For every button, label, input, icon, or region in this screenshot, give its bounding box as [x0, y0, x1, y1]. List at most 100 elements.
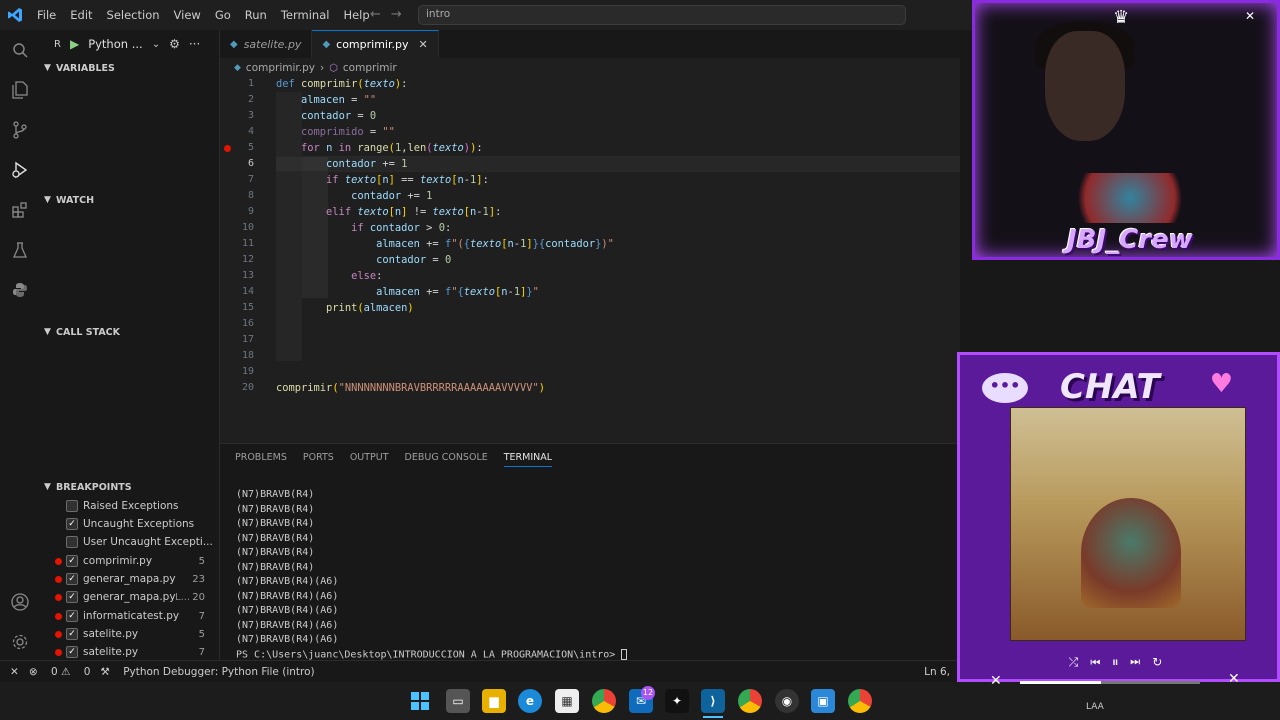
clock-text: LAA: [1086, 702, 1104, 712]
debugger-status[interactable]: ⚒ Python Debugger: Python File (intro): [100, 666, 314, 678]
open-launch-json-gear-icon[interactable]: ⚙: [169, 37, 180, 51]
extensions-icon[interactable]: [8, 198, 32, 222]
run-debug-icon[interactable]: [8, 158, 32, 182]
breakpoint-item[interactable]: Raised Exceptions: [40, 497, 220, 515]
album-art-image: [1010, 407, 1246, 641]
breakpoint-item[interactable]: ✓ comprimir.py 5: [40, 552, 220, 570]
watch-section-header[interactable]: ▼ WATCH: [40, 190, 220, 210]
vscode-taskbar-icon[interactable]: ⟩: [701, 689, 725, 713]
remote-icon[interactable]: ✕: [10, 666, 19, 678]
shuffle-icon[interactable]: ⤮: [1069, 655, 1091, 669]
obs-icon[interactable]: ◉: [775, 689, 799, 713]
cursor-position[interactable]: Ln 6,: [924, 666, 950, 678]
camera-app-icon[interactable]: ▣: [811, 689, 835, 713]
task-view-icon[interactable]: ▭: [446, 689, 470, 713]
terminal-line: (N7)BRAVB(R4)(A6): [236, 591, 339, 602]
breakpoint-item[interactable]: ✓ generar_mapa.py L... 20: [40, 588, 220, 606]
call-stack-section-header[interactable]: ▼ CALL STACK: [40, 322, 220, 342]
command-center-search[interactable]: intro: [418, 5, 906, 25]
tab-problems[interactable]: PROBLEMS: [235, 452, 287, 467]
tab-ports[interactable]: PORTS: [303, 452, 334, 467]
tab-comprimir[interactable]: ◆ comprimir.py ✕: [312, 30, 439, 58]
variables-title: VARIABLES: [56, 62, 115, 74]
chrome-icon-2[interactable]: [848, 689, 872, 713]
breakpoint-item[interactable]: ✓ Uncaught Exceptions: [40, 515, 220, 533]
explorer-files-icon[interactable]: [8, 78, 32, 102]
code-line: 13 else:: [220, 268, 960, 284]
start-debugging-play-icon[interactable]: ▶: [70, 37, 79, 51]
checkbox-checked[interactable]: ✓: [66, 610, 78, 622]
chrome-icon[interactable]: [592, 689, 616, 713]
media-progress-bar[interactable]: [1020, 681, 1200, 684]
line-number: 6: [247, 158, 254, 169]
menu-terminal[interactable]: Terminal: [274, 8, 337, 22]
close-icon[interactable]: ✕: [418, 38, 427, 51]
breadcrumb-file[interactable]: comprimir.py: [246, 62, 315, 74]
checkbox-checked[interactable]: ✓: [66, 573, 78, 585]
previous-track-icon[interactable]: ⏮: [1090, 655, 1112, 669]
menu-file[interactable]: File: [30, 8, 63, 22]
checkbox[interactable]: [66, 500, 78, 512]
forward-arrow-icon[interactable]: →: [391, 7, 412, 22]
store-icon[interactable]: ▦: [555, 689, 579, 713]
menu-edit[interactable]: Edit: [63, 8, 99, 22]
tab-terminal[interactable]: TERMINAL: [503, 452, 553, 467]
checkbox-checked[interactable]: ✓: [66, 591, 78, 603]
variables-section-header[interactable]: ▼ VARIABLES: [40, 58, 220, 78]
search-icon[interactable]: [8, 38, 32, 62]
launch-config-select[interactable]: Python ...: [88, 37, 143, 51]
breakpoint-item[interactable]: ✓ generar_mapa.py 23: [40, 570, 220, 588]
line-number: 7: [247, 174, 254, 185]
windows-start-icon[interactable]: [408, 689, 432, 713]
code-line: 1 def comprimir(texto):: [220, 76, 960, 92]
menu-view[interactable]: View: [167, 8, 208, 22]
python-icon[interactable]: [8, 278, 32, 302]
account-icon[interactable]: [8, 590, 32, 614]
file-explorer-icon[interactable]: ▆: [482, 689, 506, 713]
checkbox[interactable]: [66, 536, 78, 548]
tidal-icon[interactable]: ✦: [665, 689, 689, 713]
chat-title: CHAT: [1060, 367, 1160, 407]
repeat-icon[interactable]: ↻: [1152, 655, 1174, 669]
chevron-down-icon[interactable]: ⌄: [152, 39, 160, 50]
back-arrow-icon[interactable]: ←: [370, 7, 391, 22]
settings-gear-icon[interactable]: [8, 630, 32, 654]
terminal-prompt[interactable]: PS C:\Users\juanc\Desktop\INTRODUCCION A…: [236, 649, 628, 661]
breakpoint-item[interactable]: ✓ satelite.py 7: [40, 643, 220, 661]
breakpoint-dot-icon: [55, 648, 62, 656]
chevron-down-icon: ▼: [44, 195, 51, 205]
checkbox-checked[interactable]: ✓: [66, 646, 78, 658]
code-line: 6 contador += 1: [220, 156, 960, 172]
checkbox-checked[interactable]: ✓: [66, 518, 78, 530]
tab-satelite[interactable]: ◆ satelite.py: [220, 30, 313, 58]
pause-icon[interactable]: ⏸: [1112, 655, 1130, 669]
checkbox-checked[interactable]: ✓: [66, 628, 78, 640]
testing-flask-icon[interactable]: [8, 238, 32, 262]
python-file-icon: ◆: [322, 39, 331, 50]
heart-icon: ♥: [1209, 369, 1233, 399]
next-track-icon[interactable]: ⏭: [1130, 655, 1152, 669]
more-actions-icon[interactable]: ···: [189, 37, 200, 51]
active-app-indicator: [703, 716, 723, 718]
tab-output[interactable]: OUTPUT: [350, 452, 389, 467]
menu-selection[interactable]: Selection: [100, 8, 167, 22]
breakpoint-item[interactable]: User Uncaught Excepti...: [40, 533, 220, 551]
chrome-profile-icon[interactable]: [738, 689, 762, 713]
problems-status[interactable]: ⊗ 0 ⚠ 0: [29, 666, 91, 678]
source-control-icon[interactable]: [8, 118, 32, 142]
checkbox-checked[interactable]: ✓: [66, 555, 78, 567]
menu-run[interactable]: Run: [238, 8, 274, 22]
error-count: 0: [50, 665, 58, 678]
terminal-line: (N7)BRAVB(R4): [236, 547, 315, 558]
tab-debug-console[interactable]: DEBUG CONSOLE: [405, 452, 488, 467]
breakpoint-item[interactable]: ✓ informaticatest.py 7: [40, 607, 220, 625]
code-editor[interactable]: 1 def comprimir(texto): 2 almacen = "" 3 …: [220, 78, 960, 443]
menu-go[interactable]: Go: [208, 8, 238, 22]
breakpoints-section-header[interactable]: ▼ BREAKPOINTS: [40, 477, 220, 497]
run-toolbar: R ▶ Python ... ⌄ ⚙ ···: [40, 30, 219, 58]
breadcrumb-symbol[interactable]: comprimir: [343, 62, 397, 74]
breakpoint-item[interactable]: ✓ satelite.py 5: [40, 625, 220, 643]
edge-browser-icon[interactable]: e: [518, 689, 542, 713]
terminal-line: (N7)BRAVB(R4)(A6): [236, 634, 339, 645]
python-file-icon: ◆: [230, 38, 238, 50]
